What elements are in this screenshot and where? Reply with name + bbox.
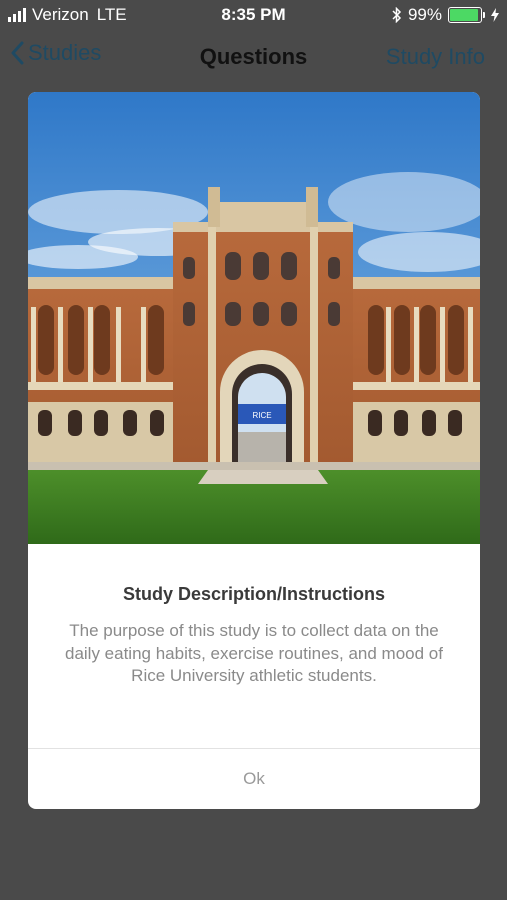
battery-percent: 99%: [407, 5, 442, 24]
study-info-modal: RICE Study Description/Instructions The …: [28, 92, 480, 809]
status-right: 99%: [392, 5, 499, 25]
arch-banner: RICE: [252, 411, 271, 420]
battery-icon: [448, 7, 482, 23]
status-bar: Verizon LTE 8:35 PM 99%: [0, 0, 507, 30]
study-info-button[interactable]: Study Info: [386, 44, 485, 70]
navigation-bar: Studies Questions Study Info: [0, 30, 507, 86]
charging-icon: [491, 8, 499, 22]
modal-title: Study Description/Instructions: [122, 584, 386, 604]
modal-description: The purpose of this study is to collect …: [64, 621, 443, 685]
campus-photo: RICE: [28, 92, 480, 544]
ok-button[interactable]: Ok: [28, 749, 480, 809]
battery-level-fill: [450, 9, 478, 21]
bluetooth-icon: [392, 7, 402, 23]
